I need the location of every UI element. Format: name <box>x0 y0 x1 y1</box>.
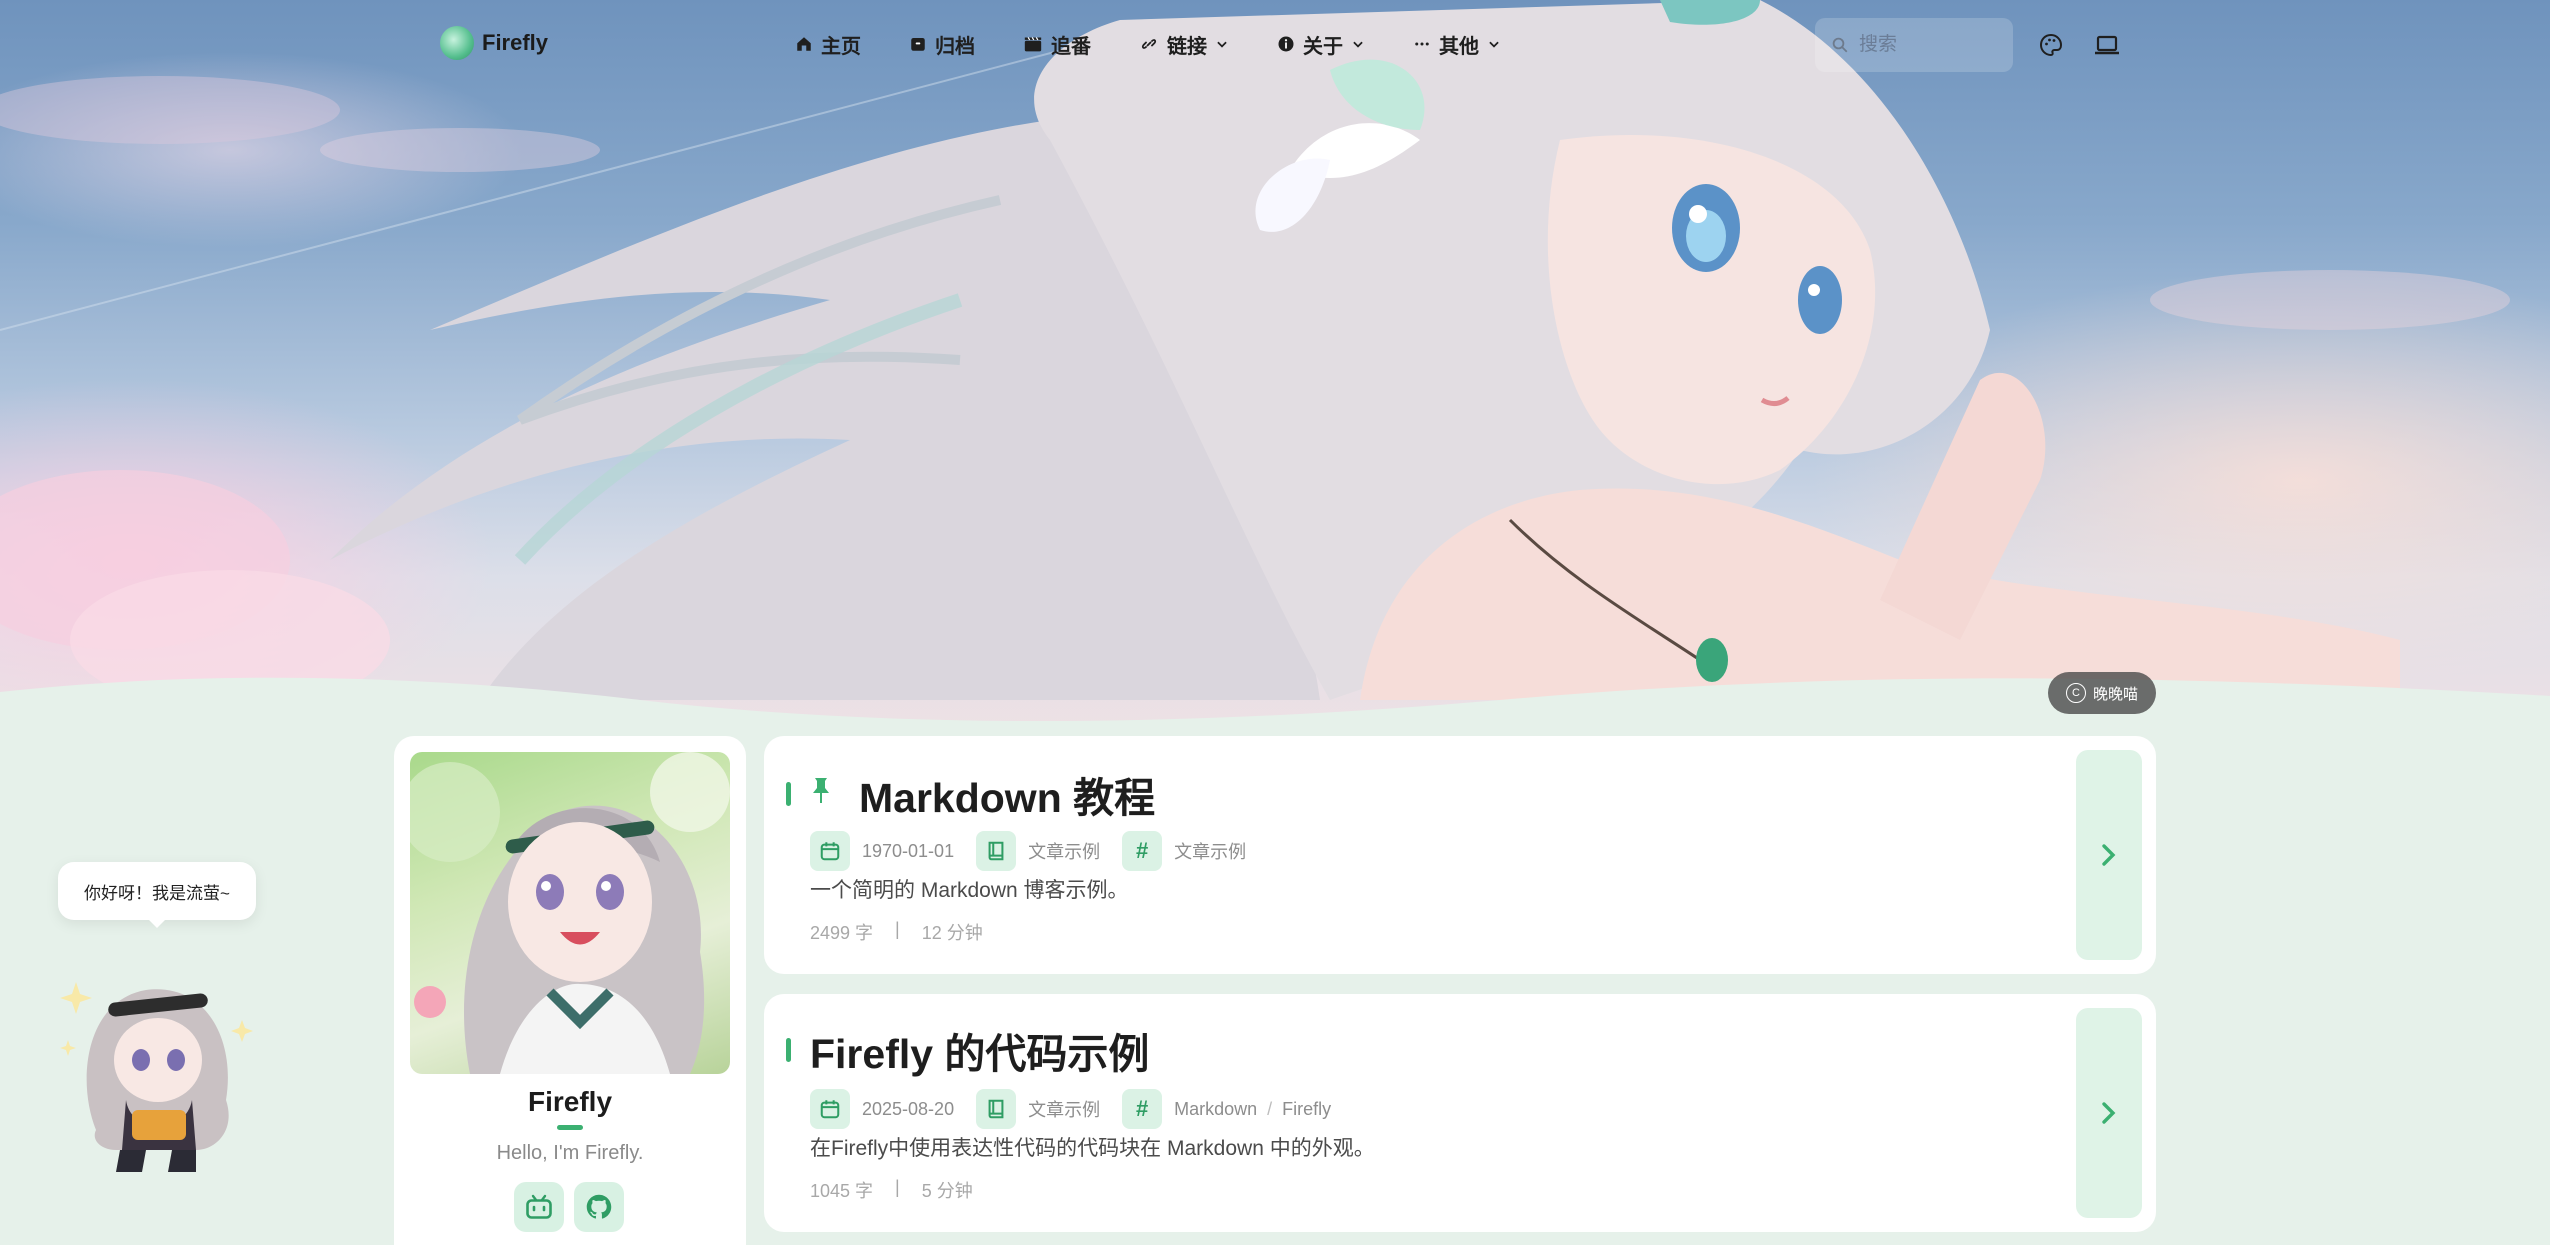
chevron-down-icon <box>1353 41 1363 48</box>
sparkle-icon <box>60 982 92 1014</box>
post-category[interactable]: 文章示例 <box>1028 838 1100 864</box>
post-title[interactable]: Markdown 教程 <box>859 764 1155 824</box>
post-tag[interactable]: 文章示例 <box>1174 838 1246 864</box>
image-credit-label: 晚晚喵 <box>2092 685 2138 703</box>
search-input[interactable] <box>1859 34 1999 56</box>
book-icon <box>976 1089 1017 1129</box>
link-icon <box>1141 39 1157 49</box>
nav-item-label: 主页 <box>821 35 861 58</box>
word-count: 2499 字 <box>810 923 874 943</box>
post-stats: 2499 字 | 12 分钟 <box>810 919 983 945</box>
nav-item-other[interactable]: 其他 <box>1413 28 1501 60</box>
bilibili-icon <box>526 1194 552 1219</box>
main-menu: 主页 归档 追番 链接 关于 其他 <box>795 28 1549 60</box>
mascot-speech-bubble: 你好呀！我是流萤~ <box>58 862 256 920</box>
nav-item-label: 追番 <box>1051 35 1091 58</box>
hashtag-icon: # <box>1122 831 1163 871</box>
search-icon <box>1832 37 1848 53</box>
post-stats: 1045 字 | 5 分钟 <box>810 1177 973 1203</box>
post-title-marker <box>786 1038 791 1062</box>
nav-item-label: 归档 <box>935 35 975 58</box>
chevron-down-icon <box>1217 41 1227 48</box>
post-card[interactable]: Markdown 教程 1970-01-01 文章示例 # 文章示例 一个简明的… <box>764 736 2156 974</box>
sparkle-icon <box>60 1040 76 1056</box>
calendar-icon <box>810 1089 850 1129</box>
nav-item-archive[interactable]: 归档 <box>909 28 975 60</box>
github-link-button[interactable] <box>574 1182 624 1232</box>
post-card[interactable]: Firefly 的代码示例 2025-08-20 文章示例 # Markdown… <box>764 994 2156 1232</box>
profile-name: Firefly <box>527 1086 613 1117</box>
nav-item-home[interactable]: 主页 <box>795 28 861 60</box>
post-date: 1970-01-01 <box>862 840 955 861</box>
nav-item-links[interactable]: 链接 <box>1139 28 1229 60</box>
nav-item-label: 其他 <box>1439 35 1479 58</box>
image-credit-badge[interactable]: C 晚晚喵 <box>2048 672 2156 714</box>
info-icon <box>1278 36 1294 52</box>
nav-item-anime[interactable]: 追番 <box>1023 28 1091 60</box>
read-time: 5 分钟 <box>921 1181 973 1201</box>
more-icon <box>1415 42 1429 46</box>
bilibili-link-button[interactable] <box>514 1182 564 1232</box>
chevron-right-icon <box>2102 844 2116 866</box>
post-date: 2025-08-20 <box>862 1098 955 1119</box>
site-logo[interactable]: Firefly <box>440 26 548 60</box>
hero-banner: C 晚晚喵 <box>0 0 2550 740</box>
speech-bubble-tail <box>147 918 167 928</box>
theme-palette-button[interactable] <box>2036 30 2066 60</box>
pin-icon <box>813 778 829 803</box>
profile-card: Firefly Hello, I'm Firefly. <box>394 736 746 1245</box>
open-post-button[interactable] <box>2076 1008 2142 1218</box>
tag-separator: / <box>1267 1098 1273 1119</box>
laptop-icon <box>2095 35 2119 55</box>
palette-icon <box>2039 33 2063 57</box>
search-box[interactable] <box>1815 18 2013 72</box>
chevron-right-icon <box>2102 1102 2116 1124</box>
calendar-icon <box>810 831 850 871</box>
stats-separator: | <box>895 919 900 939</box>
archive-icon <box>911 38 925 51</box>
read-time: 12 分钟 <box>921 923 983 943</box>
mascot-greeting: 你好呀！我是流萤~ <box>84 883 230 903</box>
profile-name-underline <box>557 1125 583 1130</box>
display-mode-button[interactable] <box>2092 30 2122 60</box>
nav-item-about[interactable]: 关于 <box>1277 28 1365 60</box>
copyright-icon: C <box>2065 683 2086 703</box>
sparkle-icon <box>231 1020 253 1042</box>
post-description: 一个简明的 Markdown 博客示例。 <box>810 879 1129 902</box>
post-meta: 1970-01-01 文章示例 # 文章示例 <box>810 831 1268 871</box>
top-navbar: Firefly 主页 归档 追番 链接 关于 其他 <box>0 0 2550 90</box>
clapperboard-icon <box>1024 37 1042 52</box>
post-description: 在Firefly中使用表达性代码的代码块在 Markdown 中的外观。 <box>810 1137 1375 1160</box>
open-post-button[interactable] <box>2076 750 2142 960</box>
post-title[interactable]: Firefly 的代码示例 <box>810 1020 1149 1080</box>
nav-item-label: 链接 <box>1167 35 1207 58</box>
chevron-down-icon <box>1489 41 1499 48</box>
avatar-illustration <box>410 752 730 1074</box>
nav-item-label: 关于 <box>1303 35 1343 58</box>
hashtag-icon: # <box>1122 1089 1163 1129</box>
post-meta: 2025-08-20 文章示例 # Markdown / Firefly <box>810 1089 1353 1129</box>
avatar[interactable] <box>410 752 730 1074</box>
post-tag[interactable]: Markdown <box>1174 1099 1257 1120</box>
site-title: Firefly <box>482 30 549 55</box>
book-icon <box>976 831 1017 871</box>
banner-illustration <box>0 0 2510 710</box>
stats-separator: | <box>895 1177 900 1197</box>
profile-bio: Hello, I'm Firefly. <box>496 1142 644 1164</box>
post-tag[interactable]: Firefly <box>1282 1099 1331 1120</box>
mascot-character[interactable] <box>46 960 266 1180</box>
banner-wave <box>0 677 2550 740</box>
post-category[interactable]: 文章示例 <box>1028 1096 1100 1122</box>
github-icon <box>586 1194 612 1219</box>
home-icon <box>797 37 811 51</box>
firefly-logo-icon <box>440 26 474 60</box>
post-title-marker <box>786 782 791 806</box>
word-count: 1045 字 <box>810 1181 874 1201</box>
